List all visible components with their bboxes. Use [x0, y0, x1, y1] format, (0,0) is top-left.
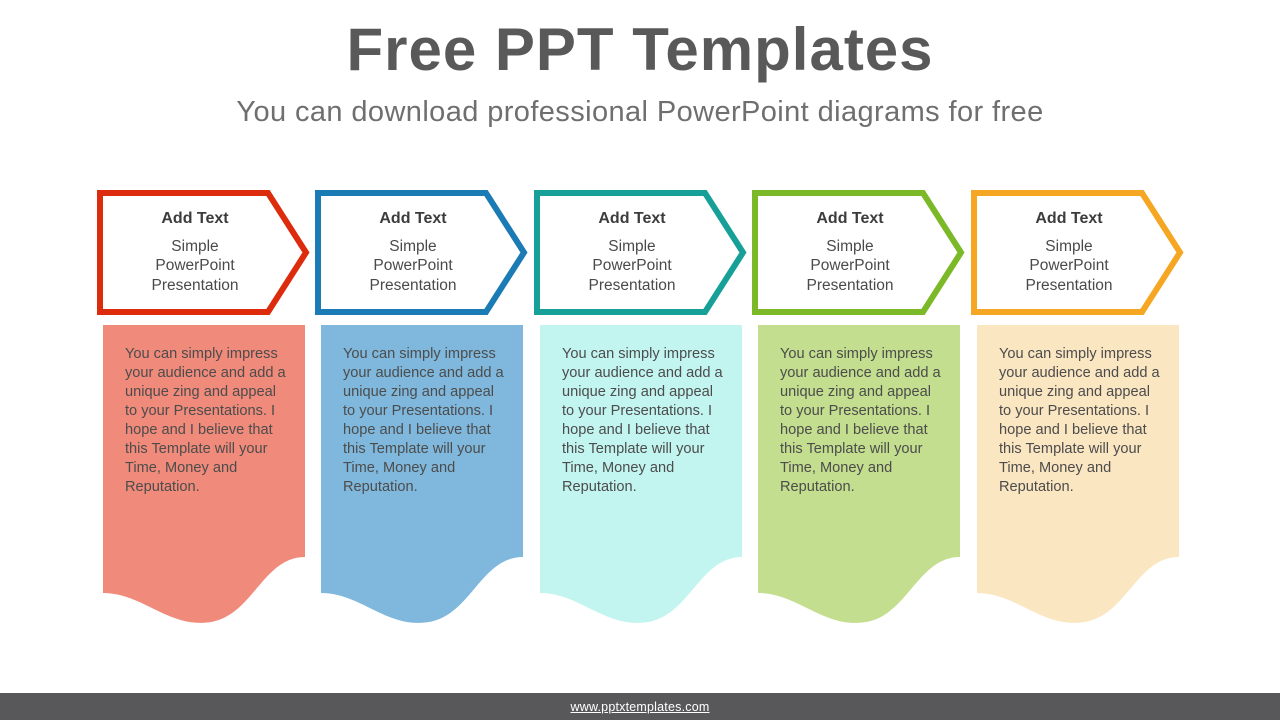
diagram-column-3[interactable]: Add Text Simple PowerPoint Presentation … — [532, 185, 750, 645]
chevron-outline-3 — [534, 190, 747, 315]
wave-panel-4[interactable]: You can simply impress your audience and… — [758, 325, 960, 645]
diagram-column-4[interactable]: Add Text Simple PowerPoint Presentation … — [750, 185, 968, 645]
slide-header: Free PPT Templates You can download prof… — [0, 0, 1280, 129]
panel-body-text-4: You can simply impress your audience and… — [780, 346, 941, 495]
panel-body-text-1: You can simply impress your audience and… — [125, 346, 286, 495]
chevron-shape-2[interactable]: Add Text Simple PowerPoint Presentation — [313, 185, 531, 320]
panel-body-text-3: You can simply impress your audience and… — [562, 346, 723, 495]
diagram-columns: Add Text Simple PowerPoint Presentation … — [0, 185, 1280, 645]
chevron-shape-5[interactable]: Add Text Simple PowerPoint Presentation — [969, 185, 1187, 320]
chevron-shape-3[interactable]: Add Text Simple PowerPoint Presentation — [532, 185, 750, 320]
wave-panel-2[interactable]: You can simply impress your audience and… — [321, 325, 523, 645]
wave-panel-3[interactable]: You can simply impress your audience and… — [540, 325, 742, 645]
chevron-outline-1 — [97, 190, 310, 315]
chevron-arrow-icon — [752, 190, 965, 315]
chevron-outline-5 — [971, 190, 1184, 315]
chevron-arrow-icon — [97, 190, 310, 315]
footer-bar: www.pptxtemplates.com — [0, 693, 1280, 720]
chevron-arrow-icon — [971, 190, 1184, 315]
wave-panel-1[interactable]: You can simply impress your audience and… — [103, 325, 305, 645]
chevron-shape-4[interactable]: Add Text Simple PowerPoint Presentation — [750, 185, 968, 320]
footer-website-link[interactable]: www.pptxtemplates.com — [571, 700, 710, 714]
chevron-arrow-icon — [534, 190, 747, 315]
chevron-arrow-icon — [315, 190, 528, 315]
panel-body-text-5: You can simply impress your audience and… — [999, 346, 1160, 495]
chevron-outline-4 — [752, 190, 965, 315]
wave-panel-5[interactable]: You can simply impress your audience and… — [977, 325, 1179, 645]
chevron-shape-1[interactable]: Add Text Simple PowerPoint Presentation — [95, 185, 313, 320]
page-subtitle: You can download professional PowerPoint… — [236, 96, 1044, 128]
page-title: Free PPT Templates — [346, 16, 934, 83]
panel-body-text-2: You can simply impress your audience and… — [343, 346, 504, 495]
diagram-column-2[interactable]: Add Text Simple PowerPoint Presentation … — [313, 185, 531, 645]
diagram-column-1[interactable]: Add Text Simple PowerPoint Presentation … — [95, 185, 313, 645]
diagram-column-5[interactable]: Add Text Simple PowerPoint Presentation … — [969, 185, 1187, 645]
chevron-outline-2 — [315, 190, 528, 315]
